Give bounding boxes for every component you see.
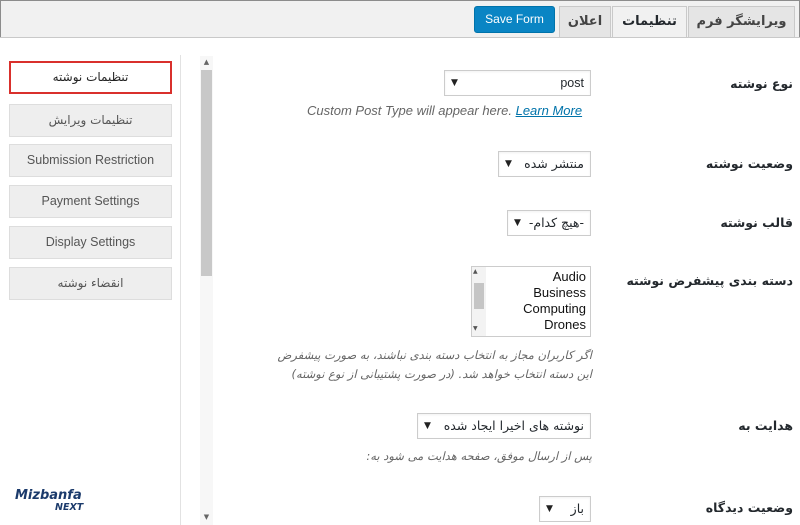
default-category-listbox[interactable]: Audio Business Computing Drones ▲ ▼ (471, 266, 591, 337)
post-status-value: منتشر شده (524, 156, 584, 171)
sidebar-item-post-settings[interactable]: تنظیمات نوشته (9, 61, 172, 94)
chevron-down-icon: ▼ (424, 421, 431, 431)
post-type-value: post (560, 76, 584, 90)
chevron-down-icon: ▼ (514, 218, 521, 228)
tab-settings[interactable]: تنظیمات (612, 6, 687, 39)
chevron-down-icon: ▼ (505, 159, 512, 169)
scroll-down-arrow-icon[interactable]: ▼ (473, 325, 478, 332)
post-template-value: -هیچ کدام- (528, 215, 584, 230)
scroll-down-arrow-icon[interactable]: ▼ (201, 512, 212, 522)
default-category-help-line2: این دسته انتخاب خواهد شد. (در صورت پشتیب… (291, 367, 592, 381)
sidebar-item-payment-settings[interactable]: Payment Settings (9, 185, 172, 218)
tabs-bar: ویرایشگر فرم تنظیمات اعلان Save Form (0, 0, 800, 39)
comment-status-label: وضعیت دیدگاه (705, 500, 793, 515)
redirect-label: هدایت به (738, 418, 793, 433)
sidebar-item-post-expiration[interactable]: انقضاء نوشته (9, 267, 172, 300)
scroll-up-arrow-icon[interactable]: ▲ (473, 268, 478, 275)
category-option-computing[interactable]: Computing (523, 301, 586, 316)
chevron-down-icon: ▼ (451, 78, 458, 88)
redirect-help: پس از ارسال موفق، صفحه هدایت می شود به: (366, 449, 592, 463)
sidebar-item-display-settings[interactable]: Display Settings (9, 226, 172, 259)
post-status-label: وضعیت نوشته (705, 156, 793, 171)
scrollbar-thumb[interactable] (201, 70, 212, 276)
sidebar-divider (180, 55, 181, 525)
listbox-scrollbar-thumb[interactable] (474, 283, 484, 309)
post-type-label: نوع نوشته (730, 76, 793, 91)
post-type-help: Custom Post Type will appear here. Learn… (307, 103, 582, 118)
sidebar-item-submission-restriction[interactable]: Submission Restriction (9, 144, 172, 177)
scroll-up-arrow-icon[interactable]: ▲ (201, 57, 212, 67)
category-option-audio[interactable]: Audio (553, 269, 586, 284)
default-category-label: دسته بندی پیشفرض نوشته (626, 273, 793, 288)
save-form-button[interactable]: Save Form (474, 6, 555, 33)
post-status-select[interactable]: منتشر شده ▼ (498, 151, 591, 177)
redirect-value: نوشته های اخیرا ایجاد شده (443, 418, 584, 433)
redirect-select[interactable]: نوشته های اخیرا ایجاد شده ▼ (417, 413, 591, 439)
post-type-select[interactable]: post ▼ (444, 70, 591, 96)
sidebar-item-edit-settings[interactable]: تنظیمات ویرایش (9, 104, 172, 137)
category-option-business[interactable]: Business (533, 285, 586, 300)
logo-text-line1: Mizbanfa (15, 488, 82, 503)
default-category-help-line1: اگر کاربران مجاز به انتخاب دسته بندی نبا… (277, 348, 593, 362)
tab-form-editor[interactable]: ویرایشگر فرم (688, 6, 795, 38)
mizbanfa-logo: Mizbanfa NEXT (15, 488, 95, 518)
post-type-help-text: Custom Post Type will appear here. (307, 103, 512, 118)
learn-more-link[interactable]: Learn More (516, 103, 582, 118)
chevron-down-icon: ▼ (546, 504, 553, 514)
post-template-select[interactable]: -هیچ کدام- ▼ (507, 210, 591, 236)
post-template-label: قالب نوشته (720, 215, 793, 230)
category-option-drones[interactable]: Drones (544, 317, 586, 332)
comment-status-select[interactable]: باز ▼ (539, 496, 591, 522)
tab-notification[interactable]: اعلان (559, 6, 611, 38)
logo-text-line2: NEXT (55, 502, 84, 513)
comment-status-value: باز (570, 501, 584, 516)
